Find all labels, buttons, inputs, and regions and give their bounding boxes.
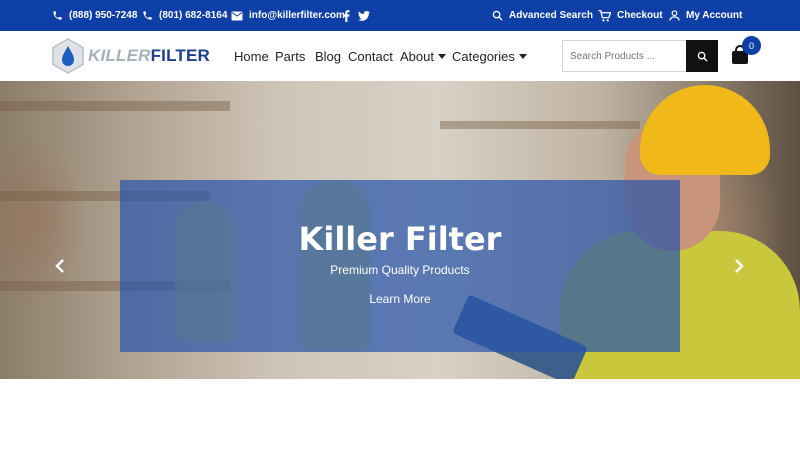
chevron-right-icon xyxy=(735,259,744,273)
hero-title: Killer Filter xyxy=(298,220,502,258)
chevron-left-icon xyxy=(55,259,64,273)
carousel-prev-button[interactable] xyxy=(50,256,70,276)
search-button[interactable] xyxy=(686,40,718,72)
nav-home[interactable]: Home xyxy=(234,31,269,81)
email-text: info@killerfilter.com xyxy=(249,10,345,21)
site-logo[interactable]: KILLERFILTER xyxy=(52,38,210,74)
phone-2-text: (801) 682-8164 xyxy=(159,10,228,21)
user-icon xyxy=(669,10,680,21)
background-shelf xyxy=(440,121,640,129)
logo-text: KILLERFILTER xyxy=(88,46,210,66)
phone-1-text: (888) 950-7248 xyxy=(69,10,138,21)
cart-icon xyxy=(598,9,611,21)
search-input[interactable] xyxy=(562,40,687,72)
phone-icon xyxy=(53,11,62,20)
phone-2[interactable]: (801) 682-8164 xyxy=(142,0,227,31)
my-account-text: My Account xyxy=(686,10,743,21)
nav-parts[interactable]: Parts xyxy=(275,31,305,81)
nav-categories[interactable]: Categories xyxy=(452,31,527,81)
chevron-down-icon xyxy=(518,53,527,59)
mail-icon xyxy=(231,11,243,20)
main-header: KILLERFILTER Home Parts Blog Contact Abo… xyxy=(0,31,800,81)
facebook-icon xyxy=(343,9,350,22)
search-icon xyxy=(697,51,708,62)
learn-more-link[interactable]: Learn More xyxy=(360,292,440,306)
advanced-search-link[interactable]: Advanced Search xyxy=(492,0,593,31)
background-shelf xyxy=(0,101,230,111)
twitter-icon xyxy=(358,10,370,21)
top-bar: (888) 950-7248 (801) 682-8164 info@kille… xyxy=(0,0,800,31)
phone-1[interactable]: (888) 950-7248 xyxy=(52,0,137,31)
carousel-next-button[interactable] xyxy=(729,256,749,276)
advanced-search-text: Advanced Search xyxy=(509,10,593,21)
nav-categories-label: Categories xyxy=(452,48,515,64)
logo-text-killer: KILLER xyxy=(88,46,151,65)
hard-hat xyxy=(640,85,770,175)
facebook-link[interactable] xyxy=(343,0,350,31)
hero-carousel: Killer Filter Premium Quality Products L… xyxy=(0,81,800,379)
email-link[interactable]: info@killerfilter.com xyxy=(231,0,345,31)
phone-icon xyxy=(143,11,152,20)
cart-count-badge: 0 xyxy=(742,36,761,55)
nav-contact[interactable]: Contact xyxy=(348,31,393,81)
nav-blog[interactable]: Blog xyxy=(315,31,341,81)
my-account-link[interactable]: My Account xyxy=(669,0,742,31)
search-icon xyxy=(492,10,503,21)
twitter-link[interactable] xyxy=(358,0,370,31)
checkout-text: Checkout xyxy=(617,10,663,21)
nav-about[interactable]: About xyxy=(400,31,446,81)
hero-subtitle: Premium Quality Products xyxy=(330,263,470,277)
nav-about-label: About xyxy=(400,48,434,64)
logo-text-filter: FILTER xyxy=(150,46,211,65)
checkout-link[interactable]: Checkout xyxy=(598,0,663,31)
logo-drop-icon xyxy=(52,38,84,74)
chevron-down-icon xyxy=(437,53,446,59)
